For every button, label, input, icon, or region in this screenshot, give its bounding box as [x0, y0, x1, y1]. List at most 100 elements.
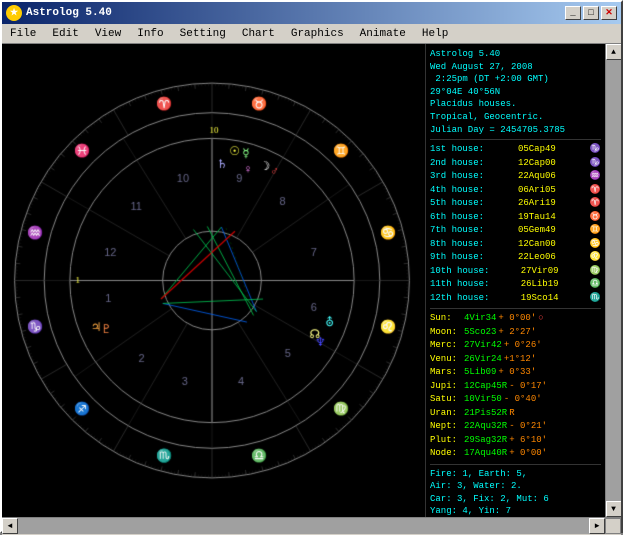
- scroll-right-button[interactable]: ►: [589, 518, 605, 534]
- bottom-bar: ◄ ►: [2, 517, 621, 535]
- planet-merc-name: Merc:: [430, 339, 462, 353]
- header-line-1: Astrolog 5.40: [430, 48, 601, 61]
- header-line-2: Wed August 27, 2008: [430, 61, 601, 74]
- window-title: Astrolog 5.40: [26, 7, 112, 19]
- scroll-left-button[interactable]: ◄: [2, 518, 18, 534]
- planet-row-jupi: Jupi: 12Cap45R - 0°17': [430, 380, 601, 394]
- planet-sun-pos: 4Vir34: [464, 312, 496, 326]
- menu-view[interactable]: View: [87, 26, 129, 42]
- planet-row-node: Node: 17Aqu40R + 0°00': [430, 447, 601, 461]
- divider-2: [430, 308, 601, 309]
- house-1-value: 05Cap49: [518, 143, 556, 157]
- house-5-sign: ♈: [590, 197, 601, 211]
- planet-row-nept: Nept: 22Aqu32R - 0°21': [430, 420, 601, 434]
- menu-graphics[interactable]: Graphics: [283, 26, 352, 42]
- house-12-label: 12th house:: [430, 292, 489, 306]
- house-row-1: 1st house: 05Cap49 ♑: [430, 143, 601, 157]
- planet-jupi-name: Jupi:: [430, 380, 462, 394]
- title-bar: ★ Astrolog 5.40 _ □ ✕: [2, 2, 621, 24]
- scroll-down-button[interactable]: ▼: [606, 501, 622, 517]
- planet-nept-extra: - 0°21': [509, 420, 547, 434]
- house-3-value: 22Aqu06: [518, 170, 556, 184]
- house-1-sign: ♑: [590, 143, 601, 157]
- house-12-value: 19Sco14: [521, 292, 559, 306]
- astrological-chart: [2, 44, 422, 517]
- planet-sun-name: Sun:: [430, 312, 462, 326]
- house-10-label: 10th house:: [430, 265, 489, 279]
- planet-row-satu: Satu: 10Vir50 - 0°40': [430, 393, 601, 407]
- planet-mars-extra: + 0°33': [498, 366, 536, 380]
- menu-animate[interactable]: Animate: [352, 26, 414, 42]
- house-4-label: 4th house:: [430, 184, 484, 198]
- main-window: ★ Astrolog 5.40 _ □ ✕ File Edit View Inf…: [0, 0, 623, 533]
- planet-row-plut: Plut: 29Sag32R + 6°10': [430, 434, 601, 448]
- house-4-value: 06Ari05: [518, 184, 556, 198]
- house-6-value: 19Tau14: [518, 211, 556, 225]
- vertical-scrollbar[interactable]: ▲ ▼: [605, 44, 621, 517]
- planet-node-extra: + 0°00': [509, 447, 547, 461]
- house-4-sign: ♈: [590, 184, 601, 198]
- outer-frame: Astrolog 5.40 Wed August 27, 2008 2:25pm…: [2, 44, 621, 535]
- menu-info[interactable]: Info: [129, 26, 171, 42]
- scroll-track-v[interactable]: [606, 60, 622, 501]
- menu-file[interactable]: File: [2, 26, 44, 42]
- house-row-2: 2nd house: 12Cap00 ♑: [430, 157, 601, 171]
- house-row-10: 10th house: 27Vir09 ♍: [430, 265, 601, 279]
- planet-row-mars: Mars: 5Lib09 + 0°33': [430, 366, 601, 380]
- planet-mars-pos: 5Lib09: [464, 366, 496, 380]
- house-2-sign: ♑: [590, 157, 601, 171]
- minimize-button[interactable]: _: [565, 6, 581, 20]
- planet-satu-pos: 10Vir50: [464, 393, 502, 407]
- house-row-11: 11th house: 26Lib19 ♎: [430, 278, 601, 292]
- menu-help[interactable]: Help: [414, 26, 456, 42]
- house-2-label: 2nd house:: [430, 157, 484, 171]
- house-row-8: 8th house: 12Can00 ♋: [430, 238, 601, 252]
- header-line-5: Placidus houses.: [430, 98, 601, 111]
- header-line-4: 29°04E 40°56N: [430, 86, 601, 99]
- house-11-label: 11th house:: [430, 278, 489, 292]
- planet-node-pos: 17Aqu40R: [464, 447, 507, 461]
- planet-row-uran: Uran: 21Pis52R R: [430, 407, 601, 421]
- planet-merc-extra: + 0°26': [504, 339, 542, 353]
- house-9-label: 9th house:: [430, 251, 484, 265]
- maximize-button[interactable]: □: [583, 6, 599, 20]
- planet-merc-pos: 27Vir42: [464, 339, 502, 353]
- planet-satu-name: Satu:: [430, 393, 462, 407]
- scrollbar-corner: [605, 518, 621, 534]
- house-3-sign: ♒: [590, 170, 601, 184]
- close-button[interactable]: ✕: [601, 6, 617, 20]
- planet-plut-name: Plut:: [430, 434, 462, 448]
- house-8-label: 8th house:: [430, 238, 484, 252]
- house-3-label: 3rd house:: [430, 170, 484, 184]
- house-6-sign: ♉: [590, 211, 601, 225]
- planet-row-sun: Sun: 4Vir34 + 0°00' ○: [430, 312, 601, 326]
- menu-bar: File Edit View Info Setting Chart Graphi…: [2, 24, 621, 44]
- planet-nept-pos: 22Aqu32R: [464, 420, 507, 434]
- planet-plut-extra: + 6°10': [509, 434, 547, 448]
- house-row-4: 4th house: 06Ari05 ♈: [430, 184, 601, 198]
- info-panel: Astrolog 5.40 Wed August 27, 2008 2:25pm…: [425, 44, 605, 517]
- house-11-value: 26Lib19: [521, 278, 559, 292]
- header-line-6: Tropical, Geocentric.: [430, 111, 601, 124]
- house-row-7: 7th house: 05Gem49 ♊: [430, 224, 601, 238]
- chart-header: Astrolog 5.40 Wed August 27, 2008 2:25pm…: [430, 48, 601, 136]
- title-bar-left: ★ Astrolog 5.40: [6, 5, 112, 21]
- stats-line-3: Car: 3, Fix: 2, Mut: 6: [430, 493, 601, 506]
- menu-edit[interactable]: Edit: [44, 26, 86, 42]
- house-1-label: 1st house:: [430, 143, 484, 157]
- planet-uran-name: Uran:: [430, 407, 462, 421]
- scroll-up-button[interactable]: ▲: [606, 44, 622, 60]
- planet-uran-extra: R: [509, 407, 514, 421]
- header-line-7: Julian Day = 2454705.3785: [430, 124, 601, 137]
- sun-indicator: ○: [538, 312, 543, 326]
- title-buttons: _ □ ✕: [565, 6, 617, 20]
- houses-list: 1st house: 05Cap49 ♑ 2nd house: 12Cap00 …: [430, 143, 601, 305]
- menu-chart[interactable]: Chart: [234, 26, 283, 42]
- planet-venu-pos: 26Vir24: [464, 353, 502, 367]
- house-row-9: 9th house: 22Leo06 ♌: [430, 251, 601, 265]
- menu-setting[interactable]: Setting: [172, 26, 234, 42]
- planet-node-name: Node:: [430, 447, 462, 461]
- planet-sun-extra: + 0°00': [498, 312, 536, 326]
- house-8-sign: ♋: [590, 238, 601, 252]
- scroll-track-h[interactable]: [18, 518, 589, 534]
